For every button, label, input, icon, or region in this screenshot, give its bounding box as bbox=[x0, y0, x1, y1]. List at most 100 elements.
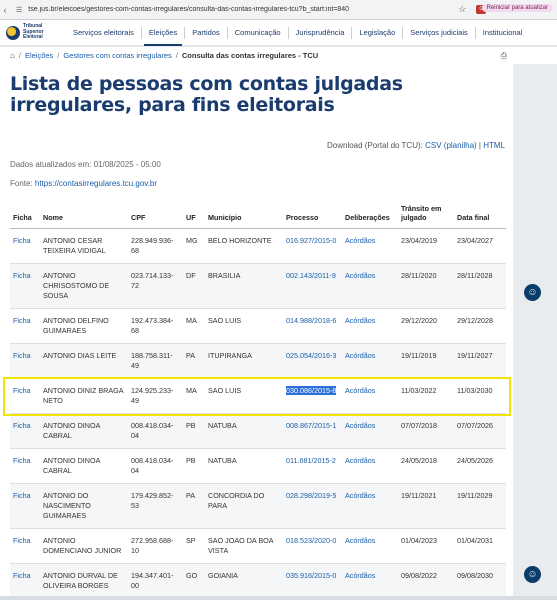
cell-data-final: 01/04/2031 bbox=[457, 536, 493, 545]
table-cell: Ficha bbox=[10, 448, 40, 484]
processo-link[interactable]: 014.988/2018-6 bbox=[286, 316, 336, 325]
deliberacoes-link[interactable]: Acórdãos bbox=[345, 571, 375, 580]
table-cell: CONCORDIA DO PARA bbox=[205, 483, 283, 529]
processo-link[interactable]: 030.086/2015-8 bbox=[286, 386, 337, 395]
table-cell: MA bbox=[183, 308, 205, 344]
table-cell: GO bbox=[183, 563, 205, 599]
cell-transito: 19/11/2019 bbox=[401, 351, 437, 360]
processo-link[interactable]: 028.298/2019-5 bbox=[286, 491, 336, 500]
table-cell: 008.867/2015-1 bbox=[283, 413, 342, 449]
deliberacoes-link[interactable]: Acórdãos bbox=[345, 456, 375, 465]
restart-button[interactable]: Reiniciar para atualizar bbox=[481, 4, 553, 12]
menu-institucional[interactable]: Institucional bbox=[478, 20, 528, 46]
html-link[interactable]: HTML bbox=[483, 141, 505, 150]
taskbar bbox=[0, 596, 557, 600]
deliberacoes-link[interactable]: Acórdãos bbox=[345, 491, 375, 500]
print-icon[interactable]: ⎙ bbox=[501, 51, 507, 61]
table-cell: ANTONIO CHRISOSTOMO DE SOUSA bbox=[40, 263, 128, 309]
table-cell: NATUBA bbox=[205, 448, 283, 484]
menu-jurisprudencia[interactable]: Jurisprudência bbox=[291, 20, 350, 46]
ficha-link[interactable]: Ficha bbox=[13, 316, 31, 325]
deliberacoes-link[interactable]: Acórdãos bbox=[345, 421, 375, 430]
cell-cpf: 228.949.936-68 bbox=[131, 236, 174, 255]
menu-comunicacao[interactable]: Comunicação bbox=[230, 20, 286, 46]
menu-legislacao[interactable]: Legislação bbox=[354, 20, 400, 46]
table-cell: Acórdãos bbox=[342, 528, 398, 564]
source-link[interactable]: https://contasirregulares.tcu.gov.br bbox=[35, 179, 157, 188]
table-cell: 11/03/2030 bbox=[454, 378, 506, 414]
breadcrumb-eleicoes[interactable]: Eleições bbox=[25, 51, 53, 60]
table-cell: ANTONIO DIAS LEITE bbox=[40, 343, 128, 379]
processo-link[interactable]: 002.143/2011-9 bbox=[286, 271, 336, 280]
menu-eleicoes[interactable]: Eleições bbox=[143, 20, 183, 46]
table-cell: 09/08/2030 bbox=[454, 563, 506, 599]
cell-nome: ANTONIO DINIZ BRAGA NETO bbox=[43, 386, 124, 405]
table-cell: 07/07/2018 bbox=[398, 413, 454, 449]
deliberacoes-link[interactable]: Acórdãos bbox=[345, 351, 375, 360]
cell-nome: ANTONIO CHRISOSTOMO DE SOUSA bbox=[43, 271, 110, 300]
ficha-link[interactable]: Ficha bbox=[13, 536, 31, 545]
site-info-icon[interactable]: ☰ bbox=[16, 6, 22, 14]
menu-servicos-judiciais[interactable]: Serviços judiciais bbox=[405, 20, 473, 46]
processo-link[interactable]: 018.523/2020-0 bbox=[286, 536, 336, 545]
table-row: Ficha ANTONIO DOMENCIANO JUNIOR 272.958.68… bbox=[10, 528, 506, 564]
table-cell: Acórdãos bbox=[342, 448, 398, 484]
ficha-link[interactable]: Ficha bbox=[13, 491, 31, 500]
table-cell: 228.949.936-68 bbox=[128, 228, 183, 264]
table-cell: PA bbox=[183, 343, 205, 379]
cell-transito: 01/04/2023 bbox=[401, 536, 437, 545]
table-cell: Ficha bbox=[10, 228, 40, 264]
menu-partidos[interactable]: Partidos bbox=[187, 20, 225, 46]
cell-data-final: 11/03/2030 bbox=[457, 386, 493, 395]
table-cell: ANTONIO DO NASCIMENTO GUIMARAES bbox=[40, 483, 128, 529]
tse-logo[interactable]: Tribunal Superior Eleitoral bbox=[6, 24, 68, 41]
back-icon[interactable]: ‹ bbox=[0, 5, 10, 15]
ficha-link[interactable]: Ficha bbox=[13, 271, 31, 280]
processo-link[interactable]: 008.867/2015-1 bbox=[286, 421, 336, 430]
source-label: Fonte: bbox=[10, 179, 35, 188]
deliberacoes-link[interactable]: Acórdãos bbox=[345, 271, 375, 280]
table-cell: 23/04/2027 bbox=[454, 228, 506, 264]
ficha-link[interactable]: Ficha bbox=[13, 456, 31, 465]
processo-link[interactable]: 016.927/2015-0 bbox=[286, 236, 336, 245]
address-bar[interactable]: tse.jus.br/eleicoes/gestores-com-contas-… bbox=[28, 6, 428, 13]
breadcrumb-current: Consulta das contas irregulares - TCU bbox=[181, 51, 319, 60]
col-nome: Nome bbox=[40, 202, 128, 229]
processo-link[interactable]: 035.916/2015-0 bbox=[286, 571, 336, 580]
home-icon[interactable]: ⌂ bbox=[10, 51, 15, 60]
deliberacoes-link[interactable]: Acórdãos bbox=[345, 316, 375, 325]
table-cell: BRASILIA bbox=[205, 263, 283, 309]
ficha-link[interactable]: Ficha bbox=[13, 236, 31, 245]
table-header-row: Ficha Nome CPF UF Município Processo Del… bbox=[10, 202, 506, 229]
ficha-link[interactable]: Ficha bbox=[13, 351, 31, 360]
table-cell: 23/04/2019 bbox=[398, 228, 454, 264]
accessibility-icon[interactable]: ☺ bbox=[524, 284, 541, 301]
table-cell: 01/04/2023 bbox=[398, 528, 454, 564]
table-cell: 008.418.034-04 bbox=[128, 448, 183, 484]
cell-transito: 24/05/2018 bbox=[401, 456, 437, 465]
ficha-link[interactable]: Ficha bbox=[13, 386, 31, 395]
table-cell: PA bbox=[183, 483, 205, 529]
accessibility-icon[interactable]: ☺ bbox=[524, 566, 541, 583]
table-cell: Acórdãos bbox=[342, 483, 398, 529]
cell-cpf: 192.473.384-68 bbox=[131, 316, 174, 335]
table-cell: 194.347.401-00 bbox=[128, 563, 183, 599]
deliberacoes-link[interactable]: Acórdãos bbox=[345, 536, 375, 545]
breadcrumb-gestores[interactable]: Gestores com contas irregulares bbox=[63, 51, 171, 60]
csv-link[interactable]: CSV (planilha) bbox=[425, 141, 477, 150]
table-cell: 29/12/2020 bbox=[398, 308, 454, 344]
main-menu: Serviços eleitorais Eleições Partidos Co… bbox=[68, 20, 527, 46]
menu-servicos-eleitorais[interactable]: Serviços eleitorais bbox=[68, 20, 139, 46]
table-cell: 07/07/2026 bbox=[454, 413, 506, 449]
cell-uf: DF bbox=[186, 271, 196, 280]
processo-link[interactable]: 011.681/2015-2 bbox=[286, 456, 336, 465]
ficha-link[interactable]: Ficha bbox=[13, 421, 31, 430]
source-line: Fonte: https://contasirregulares.tcu.gov… bbox=[10, 179, 157, 188]
table-cell: 008.418.034-04 bbox=[128, 413, 183, 449]
deliberacoes-link[interactable]: Acórdãos bbox=[345, 386, 375, 395]
processo-link[interactable]: 025.054/2016-3 bbox=[286, 351, 336, 360]
deliberacoes-link[interactable]: Acórdãos bbox=[345, 236, 375, 245]
ficha-link[interactable]: Ficha bbox=[13, 571, 31, 580]
table-cell: 002.143/2011-9 bbox=[283, 263, 342, 309]
star-icon[interactable]: ☆ bbox=[458, 4, 466, 15]
